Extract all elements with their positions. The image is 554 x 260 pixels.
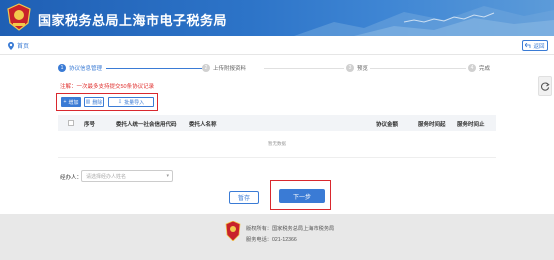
handler-placeholder: 请选择经办人姓名 [86, 173, 127, 180]
tax-emblem-icon [225, 221, 241, 241]
save-label: 暂存 [237, 196, 250, 202]
add-button[interactable]: + 增加 [61, 97, 81, 107]
site-footer: 版权所有：国家税务总局上海市税务局 服务电话：021-12366 [0, 214, 554, 260]
select-all-checkbox[interactable] [68, 120, 74, 126]
back-button[interactable]: 返回 [522, 40, 548, 51]
refresh-icon [540, 81, 550, 91]
footer-copyright: 版权所有：国家税务总局上海市税务局 [246, 226, 335, 232]
empty-text: 暂无数据 [268, 141, 286, 146]
column-header: 服务时间止 [457, 122, 485, 128]
step-3: 3 预览 [346, 64, 368, 72]
add-label: 增加 [68, 99, 79, 106]
step-line [370, 68, 466, 69]
import-label: 批量导入 [124, 99, 145, 106]
column-header: 委托人统一社会信用代码 [116, 122, 177, 128]
step-number: 3 [346, 64, 354, 72]
step-2: 2 上传附报资料 [202, 64, 246, 72]
handler-label: 经办人： [60, 175, 83, 181]
step-progress: 1 协议信息管理 2 上传附报资料 3 预览 4 完成 [58, 64, 494, 76]
trash-icon: ▥ [85, 99, 91, 105]
column-header: 协议金额 [376, 122, 399, 128]
notice-text: 注解：一次最多支持提交50条协议记录 [60, 84, 155, 90]
handler-select[interactable]: 请选择经办人姓名 ▾ [81, 170, 173, 182]
delete-label: 删除 [92, 99, 103, 106]
column-header: 序号 [84, 122, 96, 128]
step-label: 协议信息管理 [69, 66, 103, 72]
action-buttons-highlight: + 增加 ▥ 删除 ⇩ 批量导入 [56, 93, 158, 111]
batch-import-button[interactable]: ⇩ 批量导入 [108, 97, 154, 107]
step-number: 2 [202, 64, 210, 72]
table-header: 序号 委托人统一社会信用代码 委托人名称 协议金额 服务时间起 服务时间止 [58, 115, 496, 131]
step-label: 预览 [357, 66, 369, 72]
plus-icon: + [63, 99, 67, 105]
chevron-down-icon: ▾ [166, 173, 169, 179]
next-step-button[interactable]: 下一步 [279, 189, 325, 203]
home-link[interactable]: 首页 [8, 41, 29, 50]
step-label: 完成 [479, 66, 491, 72]
column-header: 服务时间起 [418, 122, 446, 128]
step-4: 4 完成 [468, 64, 490, 72]
step-line [106, 68, 202, 69]
step-number: 1 [58, 64, 66, 72]
refresh-float-button[interactable] [538, 76, 552, 96]
delete-button[interactable]: ▥ 删除 [84, 97, 104, 107]
great-wall-banner [294, 6, 554, 36]
location-pin-icon [8, 41, 14, 50]
next-label: 下一步 [292, 194, 311, 201]
column-header: 委托人名称 [189, 122, 217, 128]
table-body: 暂无数据 [58, 131, 496, 158]
back-label: 返回 [533, 43, 545, 50]
save-draft-button[interactable]: 暂存 [229, 191, 259, 204]
site-header: 国家税务总局上海市电子税务局 [0, 0, 554, 36]
back-arrow-icon [525, 43, 531, 48]
footer-info: 版权所有：国家税务总局上海市税务局 服务电话：021-12366 [246, 224, 334, 246]
footer-phone: 服务电话：021-12366 [246, 237, 297, 243]
home-label: 首页 [17, 44, 30, 50]
step-1: 1 协议信息管理 [58, 64, 102, 72]
nav-bar: 首页 返回 [0, 36, 554, 55]
step-line [264, 68, 344, 69]
step-number: 4 [468, 64, 476, 72]
tax-emblem-icon [7, 3, 31, 31]
site-title: 国家税务总局上海市电子税务局 [38, 13, 228, 28]
import-icon: ⇩ [117, 99, 123, 105]
step-label: 上传附报资料 [213, 66, 247, 72]
agreement-table: 序号 委托人统一社会信用代码 委托人名称 协议金额 服务时间起 服务时间止 暂无… [58, 115, 496, 158]
